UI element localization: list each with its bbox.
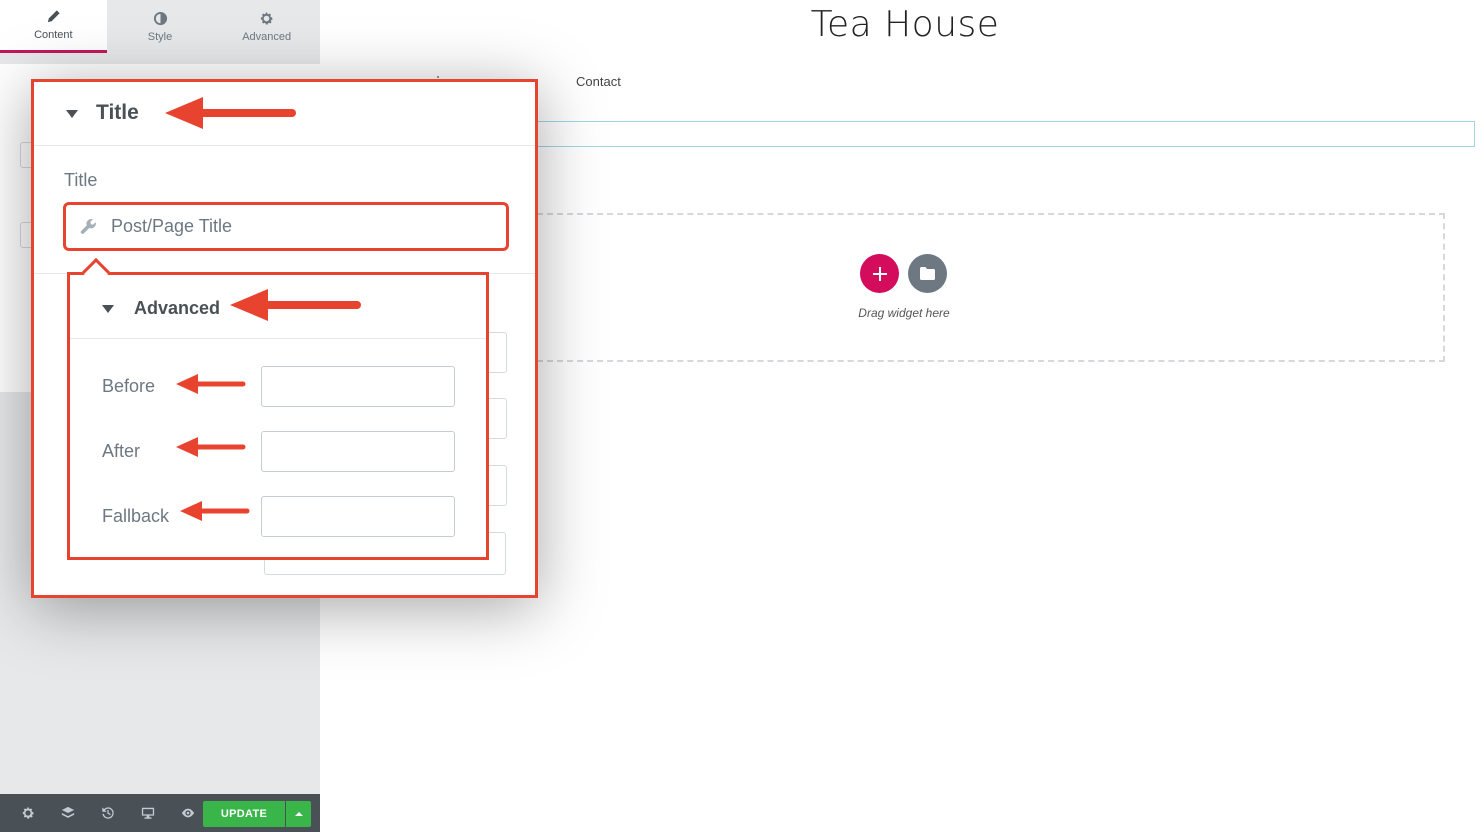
annotation-arrow [165,97,296,129]
eye-icon [181,808,195,818]
wrench-icon [80,219,96,234]
update-options-button[interactable] [286,801,311,827]
gear-icon [22,807,34,819]
fallback-input[interactable] [261,496,455,537]
navigator-button[interactable] [48,794,88,832]
widget-drop-zone[interactable] [537,213,1445,362]
panel-tabs: Content Style Advanced [0,0,320,53]
after-label: After [102,441,141,461]
after-input[interactable] [261,431,455,472]
tab-advanced[interactable]: Advanced [213,0,320,53]
editor-screen: Content Style Advanced UPDATE Tea House … [0,0,1484,832]
dynamic-title-value: Post/Page Title [111,216,233,236]
contrast-icon [153,11,167,25]
before-input[interactable] [261,366,455,407]
title-field-label: Title [64,170,98,190]
fallback-label: Fallback [102,506,170,526]
plus-icon [872,266,887,281]
tab-content-label: Content [34,29,73,41]
add-section-button[interactable] [860,254,899,293]
title-settings-popup: Title Title Post/Page Title Advanced Bef… [31,79,538,598]
tab-content[interactable]: Content [0,0,107,53]
tab-advanced-label: Advanced [242,30,292,43]
history-icon [102,807,114,819]
update-button[interactable]: UPDATE [203,801,285,827]
advanced-section-label: Advanced [134,298,221,318]
settings-button[interactable] [8,794,48,832]
preview-button[interactable] [168,794,208,832]
selected-widget-outline[interactable] [537,121,1475,147]
tab-style[interactable]: Style [107,0,214,53]
add-template-button[interactable] [908,254,947,293]
tab-style-label: Style [147,30,173,43]
pencil-icon [47,10,60,23]
caret-up-icon [294,812,303,816]
caret-down-icon [66,110,78,118]
history-button[interactable] [88,794,128,832]
gear-icon [261,12,273,24]
nav-separator [437,76,439,78]
bottom-bar: UPDATE [0,794,320,832]
annotation-arrow [176,437,246,457]
caret-down-icon [102,305,114,313]
desktop-icon [141,807,155,819]
annotation-arrow [180,501,250,521]
dynamic-title-field[interactable]: Post/Page Title [63,202,509,251]
layers-icon [61,806,75,818]
nav-link-contact[interactable]: Contact [576,74,621,89]
responsive-button[interactable] [128,794,168,832]
title-section-label: Title [96,101,139,124]
annotation-arrow [230,289,361,321]
annotation-arrow [176,374,246,394]
drag-widget-hint: Drag widget here [858,306,950,320]
folder-icon [920,267,935,280]
site-title[interactable]: Tea House [700,4,1110,45]
before-label: Before [102,376,156,396]
